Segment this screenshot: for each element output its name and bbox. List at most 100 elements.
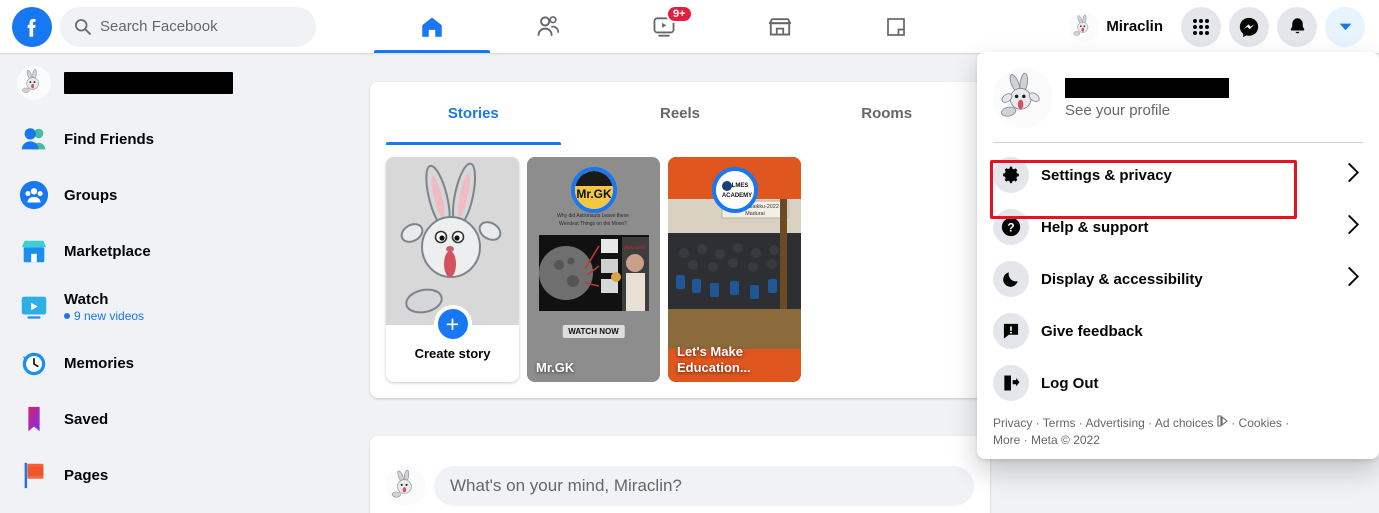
messenger-button[interactable] bbox=[1229, 6, 1269, 47]
menu-item-label: Log Out bbox=[1041, 374, 1099, 392]
topbar-left-group: Search Facebook bbox=[0, 6, 316, 47]
create-story-plus-icon[interactable]: + bbox=[433, 305, 472, 343]
menu-profile-name-redacted bbox=[1065, 77, 1229, 98]
avatar bbox=[1069, 11, 1100, 42]
svg-text:Madurai: Madurai bbox=[745, 211, 764, 217]
sidebar-item-label: Groups bbox=[64, 186, 118, 204]
find-friends-icon bbox=[16, 121, 52, 157]
apps-grid-button[interactable] bbox=[1181, 6, 1221, 47]
marketplace-store-icon bbox=[768, 17, 792, 36]
sidebar-item-watch[interactable]: Watch 9 new videos bbox=[8, 285, 352, 329]
pages-flag-icon bbox=[16, 457, 52, 493]
top-navigation-bar: Search Facebook 9+ Miraclin bbox=[0, 0, 1379, 53]
menu-item-log-out[interactable]: Log Out bbox=[985, 357, 1371, 409]
chevron-right-icon bbox=[1346, 215, 1361, 239]
watch-icon bbox=[16, 289, 52, 325]
sidebar-item-pages[interactable]: Pages bbox=[8, 453, 352, 497]
sidebar-item-label: Watch bbox=[64, 291, 109, 308]
sidebar-item-find-friends[interactable]: Find Friends bbox=[8, 117, 352, 161]
chevron-right-icon bbox=[1346, 267, 1361, 291]
marketplace-icon bbox=[16, 233, 52, 269]
svg-text:Weirdest Things on the Moon?: Weirdest Things on the Moon? bbox=[559, 221, 627, 227]
composer-avatar[interactable] bbox=[386, 466, 426, 506]
story-label: Let's Make Education... bbox=[677, 344, 751, 375]
feedback-speech-bubble-icon bbox=[993, 313, 1029, 349]
svg-text:?: ? bbox=[1007, 221, 1014, 235]
account-dropdown-menu: See your profile Settings & privacy ? He… bbox=[977, 52, 1379, 459]
tab-reels-label: Reels bbox=[659, 105, 701, 122]
story-author-avatar: Mr.GK bbox=[570, 167, 617, 213]
sidebar-watch-subtitle-text: 9 new videos bbox=[74, 309, 145, 323]
tab-reels[interactable]: Reels bbox=[577, 82, 784, 145]
sidebar-watch-subtitle: 9 new videos bbox=[64, 309, 144, 323]
create-story-card[interactable]: + Create story bbox=[386, 157, 519, 382]
story-card[interactable]: Why did Astronauts Leave these Weirdest … bbox=[527, 157, 660, 382]
menu-divider bbox=[993, 142, 1363, 143]
menu-footer-line2[interactable]: More · Meta © 2022 bbox=[993, 433, 1100, 447]
svg-text:ACADEMY: ACADEMY bbox=[721, 193, 751, 199]
svg-text:நிலவில்: நிலவில் bbox=[624, 245, 646, 251]
composer-input[interactable]: What's on your mind, Miraclin? bbox=[434, 466, 974, 506]
chevron-down-icon bbox=[1339, 23, 1351, 31]
sidebar-item-marketplace[interactable]: Marketplace bbox=[8, 229, 352, 273]
bugs-bunny-image bbox=[386, 157, 519, 325]
story-author-avatar: LMES ACADEMY bbox=[711, 167, 758, 213]
post-composer-card: What's on your mind, Miraclin? bbox=[370, 436, 990, 513]
story-label: Mr.GK bbox=[536, 359, 575, 375]
tab-stories[interactable]: Stories bbox=[370, 82, 577, 145]
menu-item-label: Give feedback bbox=[1041, 322, 1143, 340]
story-watch-now-badge: WATCH NOW bbox=[562, 325, 625, 338]
menu-item-help-support[interactable]: ? Help & support bbox=[985, 201, 1371, 253]
search-placeholder: Search Facebook bbox=[100, 18, 218, 35]
stories-card: Stories Reels Rooms + Create story Why d… bbox=[370, 82, 990, 398]
menu-profile-row[interactable]: See your profile bbox=[985, 60, 1371, 138]
sidebar-item-saved[interactable]: Saved bbox=[8, 397, 352, 441]
chevron-right-icon bbox=[1346, 163, 1361, 187]
tab-rooms-label: Rooms bbox=[861, 105, 913, 122]
memories-clock-icon bbox=[16, 345, 52, 381]
tab-rooms[interactable]: Rooms bbox=[783, 82, 990, 145]
story-card[interactable]: #Aduthalaikku-2022 Madurai LMES ACADEMY … bbox=[668, 157, 801, 382]
facebook-logo-icon[interactable] bbox=[12, 6, 52, 47]
watch-badge-count: 9+ bbox=[666, 5, 693, 23]
sidebar-item-label: Memories bbox=[64, 354, 135, 372]
gaming-groups-icon bbox=[887, 17, 905, 36]
menu-item-give-feedback[interactable]: Give feedback bbox=[985, 305, 1371, 357]
composer-placeholder: What's on your mind, Miraclin? bbox=[450, 476, 682, 495]
logout-door-icon bbox=[993, 365, 1029, 401]
menu-item-label: Display & accessibility bbox=[1041, 270, 1203, 288]
topbar-nav-tabs: 9+ bbox=[374, 0, 954, 53]
nav-tab-marketplace[interactable] bbox=[722, 0, 838, 53]
groups-icon bbox=[16, 177, 52, 213]
sidebar-item-label: Pages bbox=[64, 466, 109, 484]
notifications-button[interactable] bbox=[1277, 6, 1317, 47]
sidebar-item-groups[interactable]: Groups bbox=[8, 173, 352, 217]
menu-footer-line1[interactable]: Privacy · Terms · Advertising · Ad choic… bbox=[993, 416, 1214, 430]
sidebar-item-label: Find Friends bbox=[64, 130, 154, 148]
nav-tab-watch[interactable]: 9+ bbox=[606, 0, 722, 53]
search-icon bbox=[75, 19, 91, 35]
grid-dots-icon bbox=[1193, 18, 1209, 35]
svg-text:Why did Astronauts Leave these: Why did Astronauts Leave these bbox=[557, 213, 629, 219]
menu-footer-links: Privacy · Terms · Advertising · Ad choic… bbox=[985, 409, 1371, 449]
nav-tab-gaming[interactable] bbox=[838, 0, 954, 53]
svg-text:Mr.GK: Mr.GK bbox=[576, 187, 612, 201]
topbar-right-group: Miraclin bbox=[1066, 0, 1365, 53]
nav-tab-home[interactable] bbox=[374, 0, 490, 53]
menu-avatar bbox=[993, 68, 1053, 128]
search-input[interactable]: Search Facebook bbox=[60, 6, 316, 47]
sidebar-item-label: Marketplace bbox=[64, 242, 151, 260]
menu-footer-line1b[interactable]: · Cookies · bbox=[1231, 416, 1289, 430]
menu-item-settings-privacy[interactable]: Settings & privacy bbox=[985, 149, 1371, 201]
nav-tab-friends[interactable] bbox=[490, 0, 606, 53]
svg-text:LMES: LMES bbox=[731, 183, 748, 189]
menu-item-display-accessibility[interactable]: Display & accessibility bbox=[985, 253, 1371, 305]
question-mark-icon: ? bbox=[993, 209, 1029, 245]
sidebar-item-profile[interactable] bbox=[8, 61, 352, 105]
user-avatar-icon bbox=[16, 65, 52, 101]
gear-icon bbox=[993, 157, 1029, 193]
moon-icon bbox=[993, 261, 1029, 297]
sidebar-item-memories[interactable]: Memories bbox=[8, 341, 352, 385]
account-dropdown-button[interactable] bbox=[1325, 6, 1365, 47]
profile-chip[interactable]: Miraclin bbox=[1066, 9, 1173, 45]
